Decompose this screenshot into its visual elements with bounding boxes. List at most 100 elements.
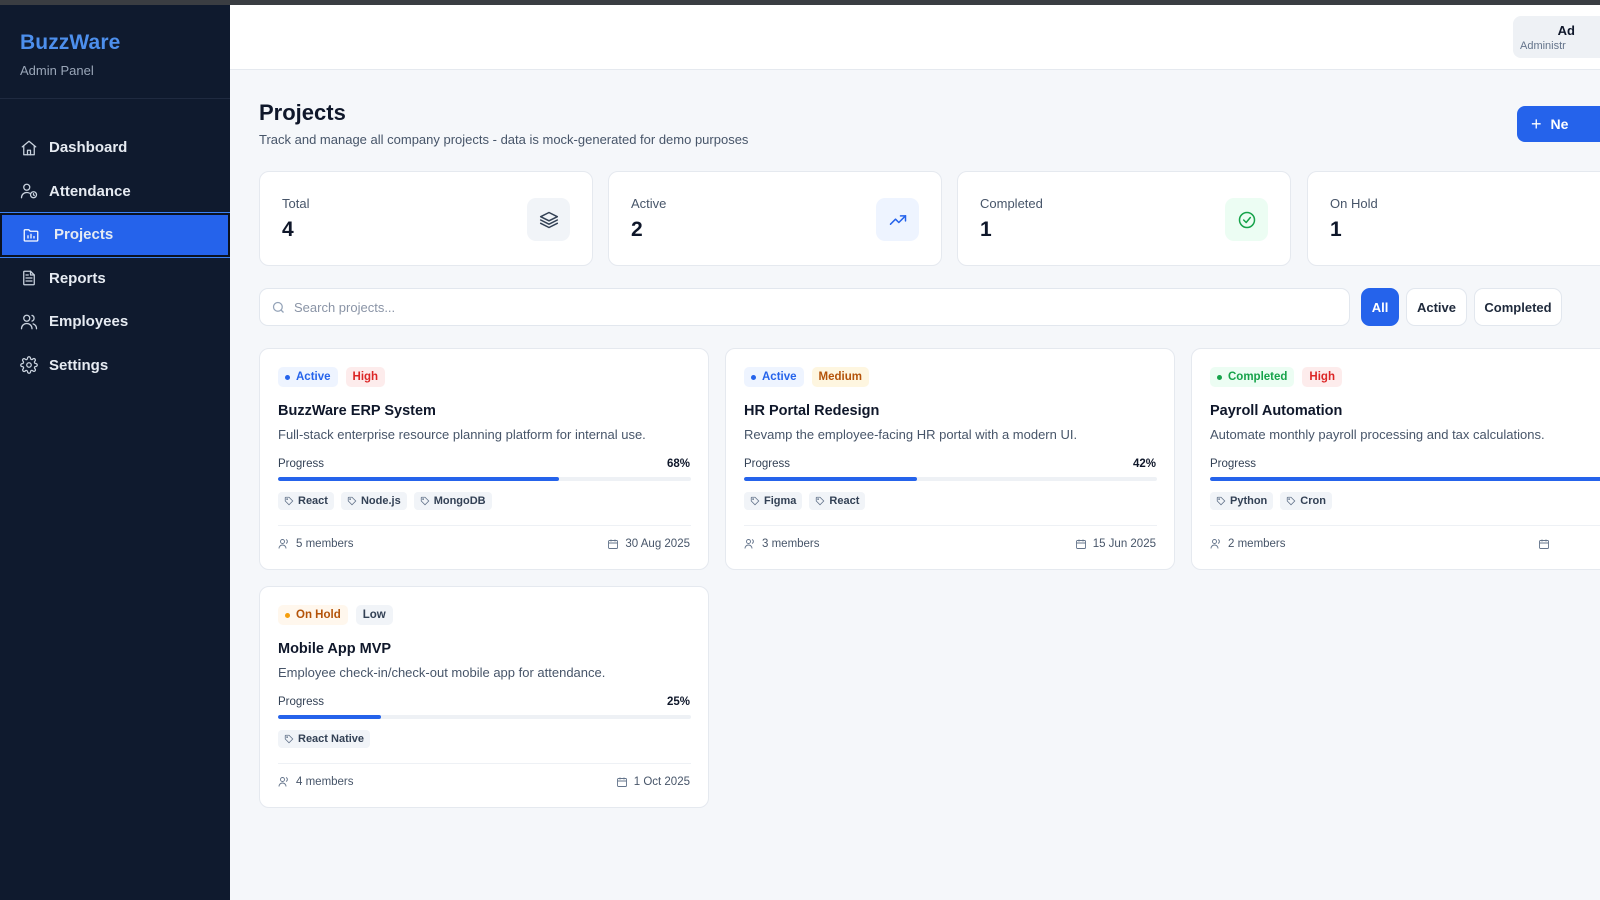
progress-bar [1210, 477, 1600, 481]
tag-icon [284, 496, 294, 506]
brand: BuzzWare Admin Panel [0, 5, 230, 99]
gear-icon [20, 356, 38, 375]
stat-value: 1 [980, 218, 992, 241]
progress-percent: 42% [1132, 458, 1156, 470]
tag: MongoDB [413, 492, 492, 510]
filter-completed[interactable]: Completed [1474, 288, 1562, 326]
calendar-icon [1539, 539, 1549, 549]
calendar-icon [608, 539, 619, 549]
folder-icon [22, 226, 40, 244]
project-card[interactable]: Active High BuzzWare ERP System Full-sta… [259, 348, 709, 570]
sidebar-item-label: Settings [49, 356, 109, 374]
stat-value: 1 [1330, 218, 1342, 241]
tag-icon [420, 496, 430, 506]
tag: React [278, 492, 334, 510]
progress-label: Progress [744, 458, 791, 470]
new-project-button[interactable]: + Ne [1517, 106, 1600, 142]
user-clock-icon [20, 182, 38, 200]
layers-icon [527, 198, 570, 241]
progress-bar [744, 477, 1157, 481]
priority-badge: Low [355, 605, 393, 625]
sidebar-item-label: Reports [49, 269, 106, 287]
stat-label: Total [282, 196, 310, 211]
users-icon [744, 539, 754, 549]
project-card[interactable]: Active Medium HR Portal Redesign Revamp … [725, 348, 1175, 570]
member-count: 2 members [1210, 538, 1286, 550]
sidebar-item-label: Attendance [49, 182, 131, 200]
sidebar-item-employees[interactable]: Employees [0, 300, 230, 344]
users-icon [1210, 539, 1220, 549]
brand-subtitle: Admin Panel [20, 63, 94, 78]
filter-all[interactable]: All [1361, 288, 1399, 326]
tag-icon [284, 734, 294, 744]
project-title: BuzzWare ERP System [278, 403, 436, 419]
main-content: Ad Administr Projects Track and manage a… [230, 5, 1600, 877]
brand-name[interactable]: BuzzWare [20, 31, 230, 55]
due-date: 30 Aug 2025 [607, 538, 690, 550]
users-icon [278, 777, 288, 787]
project-description: Automate monthly payroll processing and … [1210, 427, 1545, 442]
window-bottom-strip [0, 877, 1600, 900]
users-icon [278, 539, 288, 549]
calendar-icon [616, 777, 627, 787]
home-icon [20, 139, 38, 157]
tag: Node.js [340, 492, 407, 510]
sidebar-item-settings[interactable]: Settings [0, 344, 230, 388]
due-date: 15 Jun 2025 [1075, 538, 1156, 550]
stat-value: 2 [631, 218, 643, 241]
tag: Python [1210, 492, 1274, 510]
sidebar-item-projects[interactable]: Projects [0, 212, 231, 258]
status-badge: Active [744, 367, 804, 387]
divider [744, 525, 1157, 526]
sidebar-item-label: Employees [49, 313, 129, 331]
filter-active[interactable]: Active [1406, 288, 1467, 326]
divider [278, 763, 691, 764]
search-input[interactable] [294, 299, 1194, 315]
sidebar-item-attendance[interactable]: Attendance [0, 170, 230, 214]
tag-icon [1287, 496, 1296, 506]
project-card[interactable]: On Hold Low Mobile App MVP Employee chec… [259, 586, 709, 808]
tag-list: Figma React [744, 492, 866, 510]
project-card[interactable]: Completed High Payroll Automation Automa… [1191, 348, 1600, 570]
tag-list: React Native [278, 730, 371, 748]
tag-icon [750, 496, 760, 506]
stat-card-completed: Completed 1 [957, 171, 1291, 266]
page-subtitle: Track and manage all company projects - … [259, 132, 749, 147]
tag-list: Python Cron [1210, 492, 1332, 510]
member-count: 4 members [278, 776, 354, 788]
sidebar-item-label: Dashboard [49, 139, 128, 157]
calendar-icon [1075, 539, 1086, 549]
progress-label: Progress [278, 696, 325, 708]
users-icon [20, 313, 38, 331]
status-badge: Completed [1210, 367, 1295, 387]
due-date [1538, 538, 1556, 550]
member-count: 3 members [744, 538, 820, 550]
file-text-icon [20, 269, 38, 287]
sidebar-item-dashboard[interactable]: Dashboard [0, 126, 230, 170]
user-menu[interactable]: Ad Administr [1513, 16, 1600, 58]
project-title: HR Portal Redesign [744, 403, 880, 419]
project-description: Full-stack enterprise resource planning … [278, 427, 646, 442]
user-role: Administr [1520, 40, 1566, 52]
top-header: Ad Administr [230, 5, 1600, 70]
divider [278, 525, 691, 526]
user-name: Ad [1557, 23, 1575, 38]
due-date: 1 Oct 2025 [616, 776, 690, 788]
plus-icon: + [1531, 113, 1542, 134]
search-icon [272, 301, 284, 313]
sidebar: BuzzWare Admin Panel Dashboard Attendanc… [0, 5, 231, 877]
project-description: Employee check-in/check-out mobile app f… [278, 665, 606, 680]
tag-icon [1216, 496, 1226, 506]
progress-bar [278, 715, 691, 719]
stat-label: Completed [980, 196, 1043, 211]
stat-value: 4 [282, 218, 294, 241]
status-badge: Active [278, 367, 338, 387]
progress-percent: 68% [666, 458, 690, 470]
priority-badge: High [1302, 367, 1342, 387]
tag: React [809, 492, 866, 510]
tag-list: React Node.js MongoDB [278, 492, 492, 510]
sidebar-item-reports[interactable]: Reports [0, 257, 230, 301]
check-circle-icon [1225, 198, 1268, 241]
status-badge: On Hold [278, 605, 348, 625]
stat-label: Active [631, 196, 667, 211]
